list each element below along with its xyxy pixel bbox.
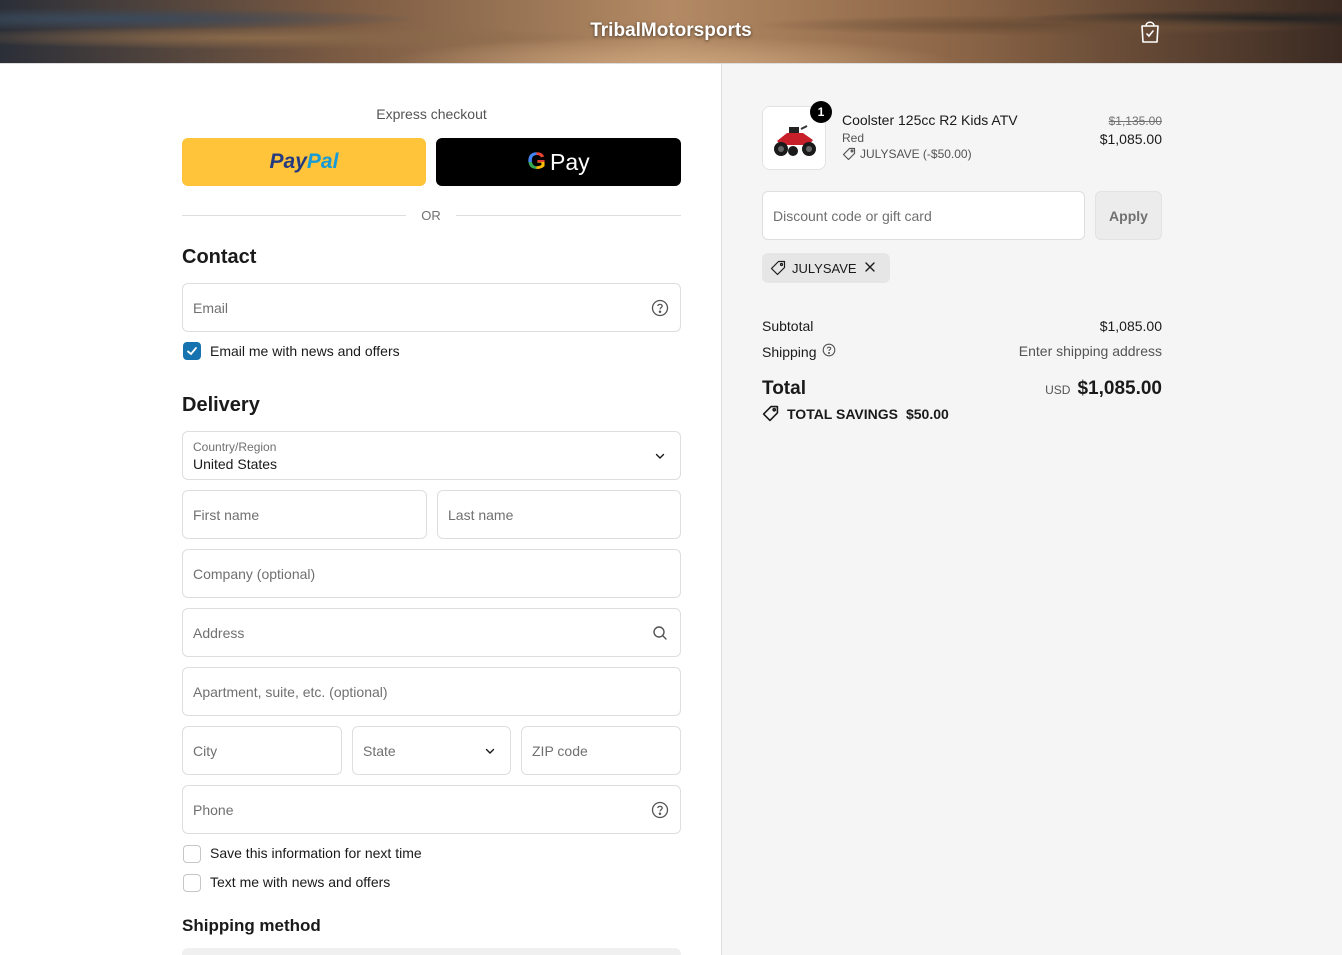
tag-icon xyxy=(770,260,786,276)
header-banner: TribalMotorsports xyxy=(0,0,1342,64)
company-input[interactable] xyxy=(193,565,670,582)
total-savings-row: TOTAL SAVINGS $50.00 xyxy=(762,405,949,422)
applied-discount-tag: JULYSAVE xyxy=(762,253,890,283)
phone-field[interactable] xyxy=(182,785,681,834)
or-divider-right xyxy=(456,215,681,216)
apartment-input[interactable] xyxy=(193,683,670,700)
applied-discount-code: JULYSAVE xyxy=(792,260,857,276)
help-circle-icon[interactable] xyxy=(651,801,669,819)
product-price-original: $1,135.00 xyxy=(1108,114,1162,128)
total-currency: USD xyxy=(1045,383,1071,397)
email-field[interactable] xyxy=(182,283,681,332)
company-field[interactable] xyxy=(182,549,681,598)
express-checkout-label: Express checkout xyxy=(376,106,487,122)
first-name-field[interactable] xyxy=(182,490,427,539)
gpay-label: Pay xyxy=(550,148,590,175)
shipping-label: Shipping xyxy=(762,343,817,360)
country-label: Country/Region xyxy=(193,439,277,454)
shipping-method-heading: Shipping method xyxy=(182,916,321,935)
subtotal-value: $1,085.00 xyxy=(1099,318,1162,334)
city-field[interactable] xyxy=(182,726,342,775)
checkmark-icon xyxy=(187,347,197,356)
discount-code-field[interactable] xyxy=(762,191,1085,240)
contact-heading: Contact xyxy=(182,246,257,268)
last-name-field[interactable] xyxy=(437,490,681,539)
news-offers-checkbox[interactable] xyxy=(183,342,201,360)
discount-code-input[interactable] xyxy=(773,207,1074,224)
subtotal-label: Subtotal xyxy=(762,318,814,334)
or-divider-left xyxy=(182,215,406,216)
address-input[interactable] xyxy=(193,624,670,641)
apply-discount-button[interactable]: Apply xyxy=(1095,191,1162,240)
zip-input[interactable] xyxy=(532,742,670,759)
tag-icon xyxy=(762,405,779,422)
remove-discount-icon[interactable] xyxy=(863,260,877,277)
total-savings-value: $50.00 xyxy=(905,405,949,422)
product-discount-text: JULYSAVE (-$50.00) xyxy=(860,147,972,161)
cart-bag-icon[interactable] xyxy=(1138,18,1162,44)
email-input[interactable] xyxy=(193,299,670,316)
product-name: Coolster 125cc R2 Kids ATV xyxy=(842,112,1018,128)
zip-field[interactable] xyxy=(521,726,681,775)
total-row-value: USD $1,085.00 xyxy=(962,378,1162,400)
help-circle-icon[interactable] xyxy=(822,343,836,360)
product-variant: Red xyxy=(842,131,865,145)
country-value: United States xyxy=(193,455,278,472)
or-divider-text: OR xyxy=(421,208,441,223)
save-info-label[interactable]: Save this information for next time xyxy=(210,845,422,861)
paypal-logo: PayPal xyxy=(269,150,339,173)
delivery-heading: Delivery xyxy=(182,394,260,416)
country-select[interactable]: Country/Region United States xyxy=(182,431,681,480)
text-offers-label[interactable]: Text me with news and offers xyxy=(210,874,390,890)
city-input[interactable] xyxy=(193,742,331,759)
chevron-down-icon xyxy=(651,447,669,465)
apartment-field[interactable] xyxy=(182,667,681,716)
text-offers-checkbox[interactable] xyxy=(183,874,201,892)
product-discount: JULYSAVE (-$50.00) xyxy=(842,147,972,161)
search-icon xyxy=(651,624,669,642)
shipping-method-placeholder xyxy=(182,948,681,955)
phone-input[interactable] xyxy=(193,801,670,818)
address-field[interactable] xyxy=(182,608,681,657)
save-info-checkbox[interactable] xyxy=(183,845,201,863)
google-g-icon: G xyxy=(527,148,547,175)
chevron-down-icon xyxy=(481,742,499,760)
shipping-row-label: Shipping xyxy=(762,343,836,360)
total-label: Total xyxy=(762,378,806,399)
google-pay-button[interactable]: G Pay xyxy=(436,138,681,186)
tag-icon xyxy=(842,147,856,161)
quantity-badge: 1 xyxy=(810,101,832,123)
news-offers-label[interactable]: Email me with news and offers xyxy=(210,343,400,359)
paypal-button[interactable]: PayPal xyxy=(182,138,426,186)
help-circle-icon[interactable] xyxy=(651,299,669,317)
total-value: $1,085.00 xyxy=(1077,378,1162,399)
state-placeholder: State xyxy=(363,742,396,759)
product-price: $1,085.00 xyxy=(1099,131,1162,147)
state-select[interactable]: State xyxy=(352,726,511,775)
total-savings-label: TOTAL SAVINGS xyxy=(787,405,898,422)
shipping-value: Enter shipping address xyxy=(1018,343,1162,359)
first-name-input[interactable] xyxy=(193,506,416,523)
last-name-input[interactable] xyxy=(448,506,670,523)
